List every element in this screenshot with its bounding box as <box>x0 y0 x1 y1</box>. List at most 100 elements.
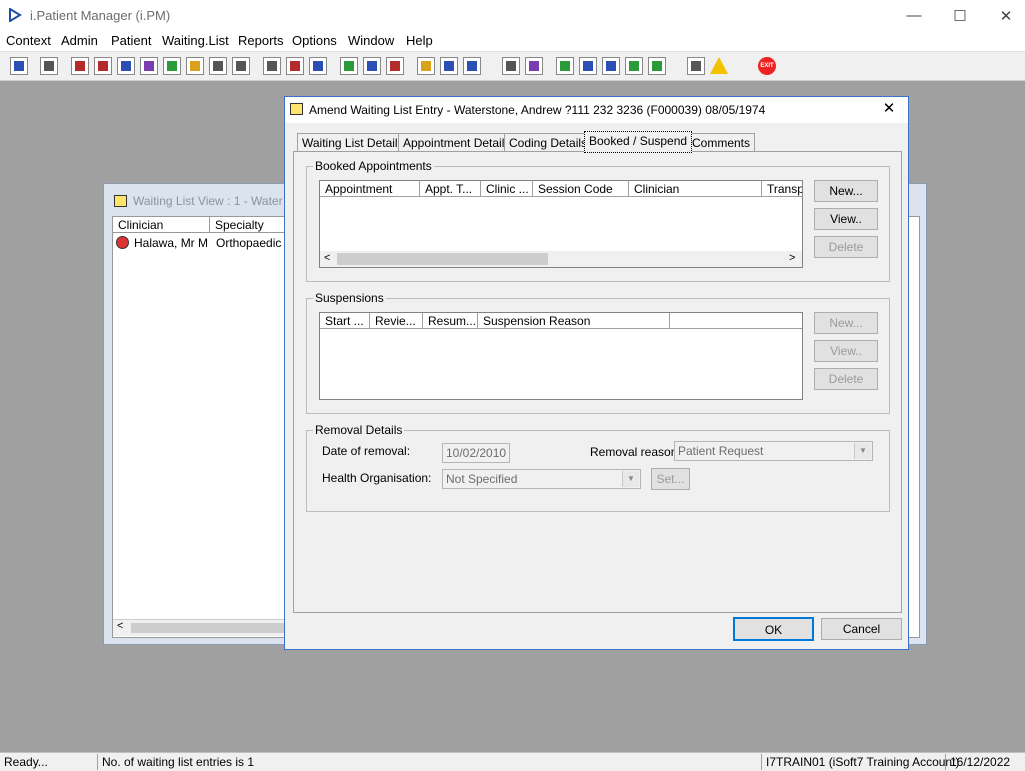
bar-chart-icon[interactable] <box>525 57 543 75</box>
minimize-button[interactable]: — <box>891 0 937 31</box>
tab-waiting-list-details[interactable]: Waiting List Details <box>297 133 409 152</box>
column-session-code[interactable]: Session Code <box>533 181 629 197</box>
app-titlebar: i.Patient Manager (i.PM) — ☐ ✕ <box>0 0 1025 31</box>
dial-icon[interactable] <box>386 57 404 75</box>
menu-context[interactable]: Context <box>6 33 51 48</box>
column-clinic[interactable]: Clinic ... <box>481 181 533 197</box>
app-logo-icon <box>9 8 22 22</box>
column-clinician[interactable]: Clinician <box>113 217 210 233</box>
tab-booked-suspend[interactable]: Booked / Suspend <box>584 131 693 153</box>
booked-view-button[interactable]: View.. <box>814 208 878 230</box>
exit-icon[interactable]: EXIT <box>758 57 776 75</box>
scroll-left-icon[interactable]: < <box>324 252 330 264</box>
column-appt-type[interactable]: Appt. T... <box>420 181 481 197</box>
edit-book-icon[interactable] <box>94 57 112 75</box>
tab-comments[interactable]: Comments <box>687 133 756 152</box>
search-icon[interactable] <box>263 57 281 75</box>
chevron-down-icon[interactable]: ▼ <box>854 443 871 459</box>
scroll-thumb[interactable] <box>337 253 548 265</box>
toolbar: EXIT <box>0 51 1025 81</box>
checklist-icon[interactable] <box>579 57 597 75</box>
cancel-button[interactable]: Cancel <box>821 618 902 640</box>
dialog-close-button[interactable]: ✕ <box>876 99 902 119</box>
column-specialty[interactable]: Specialty <box>210 217 290 233</box>
scroll-right-icon[interactable]: > <box>789 252 795 264</box>
document-icon[interactable] <box>502 57 520 75</box>
column-clinician[interactable]: Clinician <box>629 181 762 197</box>
health-organisation-select[interactable]: Not Specified ▼ <box>442 469 641 489</box>
list-window-icon <box>114 195 127 207</box>
tab-coding-details[interactable]: Coding Details <box>504 133 593 152</box>
mail-icon[interactable] <box>140 57 158 75</box>
set-organisation-button[interactable]: Set... <box>651 468 690 490</box>
tab-appointment-details[interactable]: Appointment Details <box>398 133 516 152</box>
scroll-thumb[interactable] <box>131 623 286 633</box>
column-start[interactable]: Start ... <box>320 313 370 329</box>
health-organisation-value: Not Specified <box>446 472 518 486</box>
bed-icon[interactable] <box>440 57 458 75</box>
flag-alt-icon[interactable] <box>232 57 250 75</box>
flag-icon[interactable] <box>209 57 227 75</box>
monitor-icon[interactable] <box>309 57 327 75</box>
patient-icon[interactable] <box>10 57 28 75</box>
maximize-button[interactable]: ☐ <box>937 0 983 31</box>
column-appointment[interactable]: Appointment <box>320 181 420 197</box>
suspension-view-button[interactable]: View.. <box>814 340 878 362</box>
book-icon[interactable] <box>71 57 89 75</box>
status-entries: No. of waiting list entries is 1 <box>97 754 254 770</box>
clock-icon[interactable] <box>286 57 304 75</box>
form-icon[interactable] <box>117 57 135 75</box>
booked-appointments-group: Booked Appointments Appointment Appt. T.… <box>306 159 890 282</box>
globe-icon[interactable] <box>556 57 574 75</box>
scroll-left-icon[interactable]: < <box>117 620 123 632</box>
column-blank[interactable] <box>670 313 802 329</box>
dialog-title: Amend Waiting List Entry - Waterstone, A… <box>309 103 766 117</box>
date-of-removal-label: Date of removal: <box>322 444 411 458</box>
table-row[interactable]: Halawa, Mr M Orthopaedic <box>113 235 293 251</box>
column-suspension-reason[interactable]: Suspension Reason <box>478 313 670 329</box>
list-edit-icon[interactable] <box>363 57 381 75</box>
horizontal-scrollbar[interactable]: < <box>113 619 293 636</box>
warning-icon[interactable] <box>710 57 728 74</box>
app-title: i.Patient Manager (i.PM) <box>30 8 171 23</box>
printer-icon[interactable] <box>40 57 58 75</box>
removal-reason-label: Removal reason: <box>590 445 681 459</box>
chevron-down-icon[interactable]: ▼ <box>622 471 639 487</box>
checklist-edit-icon[interactable] <box>602 57 620 75</box>
booked-appointments-grid[interactable]: Appointment Appt. T... Clinic ... Sessio… <box>319 180 803 268</box>
status-account: I7TRAIN01 (iSoft7 Training Account) <box>761 754 959 770</box>
date-of-removal-field[interactable]: 10/02/2010 <box>442 443 510 463</box>
person-card-icon[interactable] <box>163 57 181 75</box>
menu-admin[interactable]: Admin <box>61 33 98 48</box>
column-resume[interactable]: Resum... <box>423 313 478 329</box>
suspension-delete-button[interactable]: Delete <box>814 368 878 390</box>
removal-reason-select[interactable]: Patient Request ▼ <box>674 441 873 461</box>
list-icon[interactable] <box>340 57 358 75</box>
suspension-new-button[interactable]: New... <box>814 312 878 334</box>
removal-details-label: Removal Details <box>313 423 405 437</box>
menu-reports[interactable]: Reports <box>238 33 284 48</box>
patient-status-icon <box>116 236 129 249</box>
notes-icon[interactable] <box>186 57 204 75</box>
column-transport[interactable]: Transp <box>762 181 802 197</box>
menu-help[interactable]: Help <box>406 33 433 48</box>
admit-icon[interactable] <box>463 57 481 75</box>
menu-patient[interactable]: Patient <box>111 33 151 48</box>
booked-delete-button[interactable]: Delete <box>814 236 878 258</box>
checklist-down-icon[interactable] <box>625 57 643 75</box>
menu-window[interactable]: Window <box>348 33 394 48</box>
transfer-icon[interactable] <box>687 57 705 75</box>
menu-bar: Context Admin Patient Waiting.List Repor… <box>0 31 1025 51</box>
menu-waiting-list[interactable]: Waiting.List <box>162 33 229 48</box>
column-review[interactable]: Revie... <box>370 313 423 329</box>
menu-options[interactable]: Options <box>292 33 337 48</box>
booked-new-button[interactable]: New... <box>814 180 878 202</box>
ok-button[interactable]: OK <box>733 617 814 641</box>
suspensions-grid[interactable]: Start ... Revie... Resum... Suspension R… <box>319 312 803 400</box>
checklist-up-icon[interactable] <box>648 57 666 75</box>
suspensions-group: Suspensions Start ... Revie... Resum... … <box>306 291 890 414</box>
close-button[interactable]: ✕ <box>983 0 1025 31</box>
horizontal-scrollbar[interactable]: < > <box>320 251 802 267</box>
waiting-list-icon[interactable] <box>417 57 435 75</box>
status-bar: Ready... No. of waiting list entries is … <box>0 752 1025 771</box>
